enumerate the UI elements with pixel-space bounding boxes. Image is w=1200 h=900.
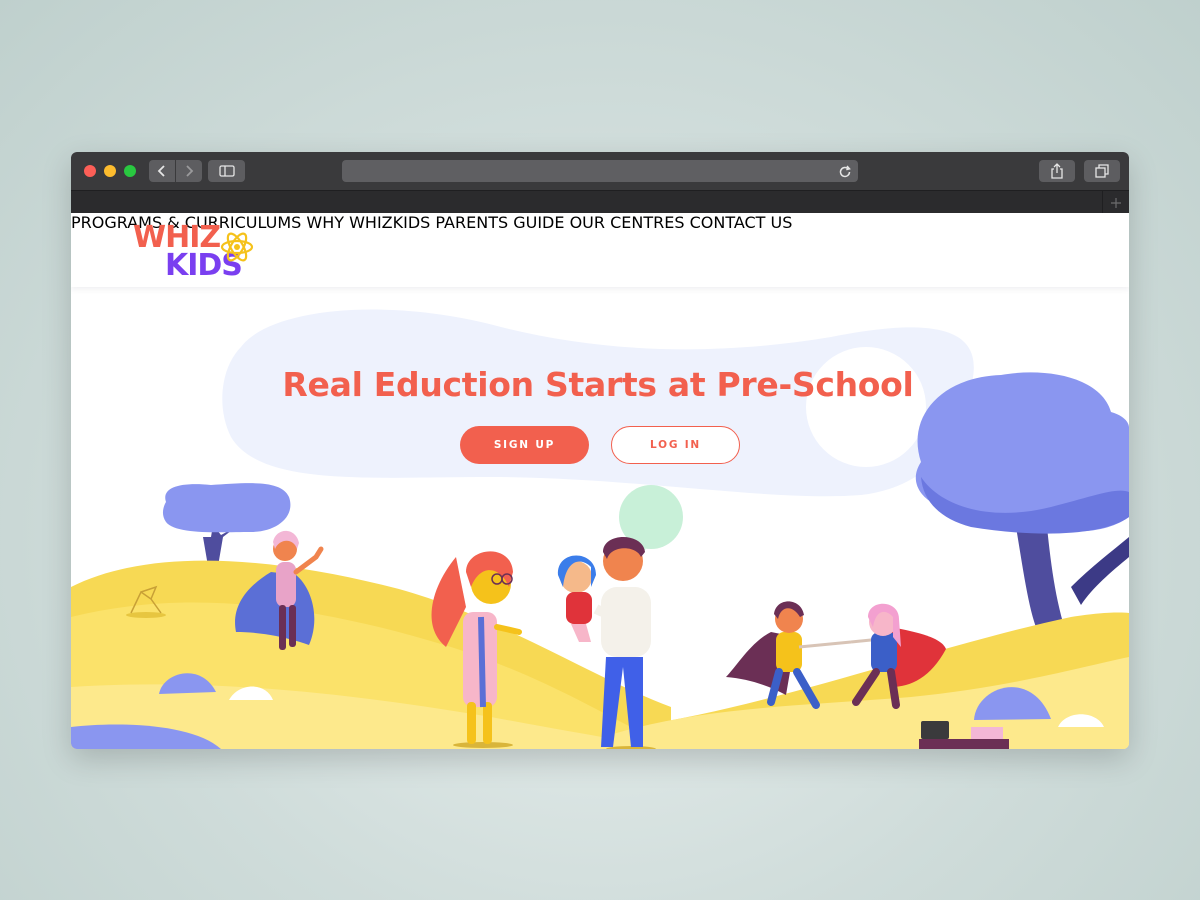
share-button[interactable] — [1039, 160, 1075, 182]
plus-icon — [1111, 197, 1121, 208]
minimize-window-button[interactable] — [104, 165, 116, 177]
tabs-icon — [1095, 164, 1109, 178]
chevron-right-icon — [186, 165, 194, 177]
webpage: WHIZ KIDS PROGRAMS & CURRICULUMS WHY WHI… — [71, 213, 1129, 749]
sidebar-toggle-button[interactable] — [208, 160, 245, 182]
nav-our-centres[interactable]: OUR CENTRES — [570, 213, 685, 232]
reload-icon[interactable] — [838, 163, 852, 179]
hero-headline: Real Eduction Starts at Pre-School — [282, 365, 914, 404]
zoom-window-button[interactable] — [124, 165, 136, 177]
share-icon — [1051, 163, 1063, 179]
log-in-button[interactable]: LOG IN — [611, 426, 740, 464]
nav-why-whizkids[interactable]: WHY WHIZKIDS — [306, 213, 430, 232]
forward-button[interactable] — [176, 160, 202, 182]
site-header: WHIZ KIDS PROGRAMS & CURRICULUMS WHY WHI… — [71, 213, 1129, 287]
show-tabs-button[interactable] — [1084, 160, 1120, 182]
sign-up-button[interactable]: SIGN UP — [460, 426, 589, 464]
chevron-left-icon — [157, 165, 165, 177]
hero-illustration — [71, 309, 1129, 749]
browser-toolbar — [71, 152, 1129, 190]
nav-contact-us[interactable]: CONTACT US — [690, 213, 793, 232]
tree-canopy-left — [162, 483, 291, 533]
tree-branch-right — [1071, 537, 1129, 605]
nav-parents-guide[interactable]: PARENTS GUIDE — [435, 213, 564, 232]
hero-section: Real Eduction Starts at Pre-School SIGN … — [71, 287, 1129, 749]
back-button[interactable] — [149, 160, 175, 182]
browser-window: WHIZ KIDS PROGRAMS & CURRICULUMS WHY WHI… — [71, 152, 1129, 749]
close-window-button[interactable] — [84, 165, 96, 177]
sidebar-icon — [218, 165, 235, 177]
new-tab-button[interactable] — [1102, 191, 1129, 214]
tab-bar — [71, 190, 1129, 214]
address-bar[interactable] — [342, 160, 858, 182]
whizkids-logo[interactable]: WHIZ KIDS — [133, 221, 263, 283]
atom-icon — [220, 232, 254, 262]
